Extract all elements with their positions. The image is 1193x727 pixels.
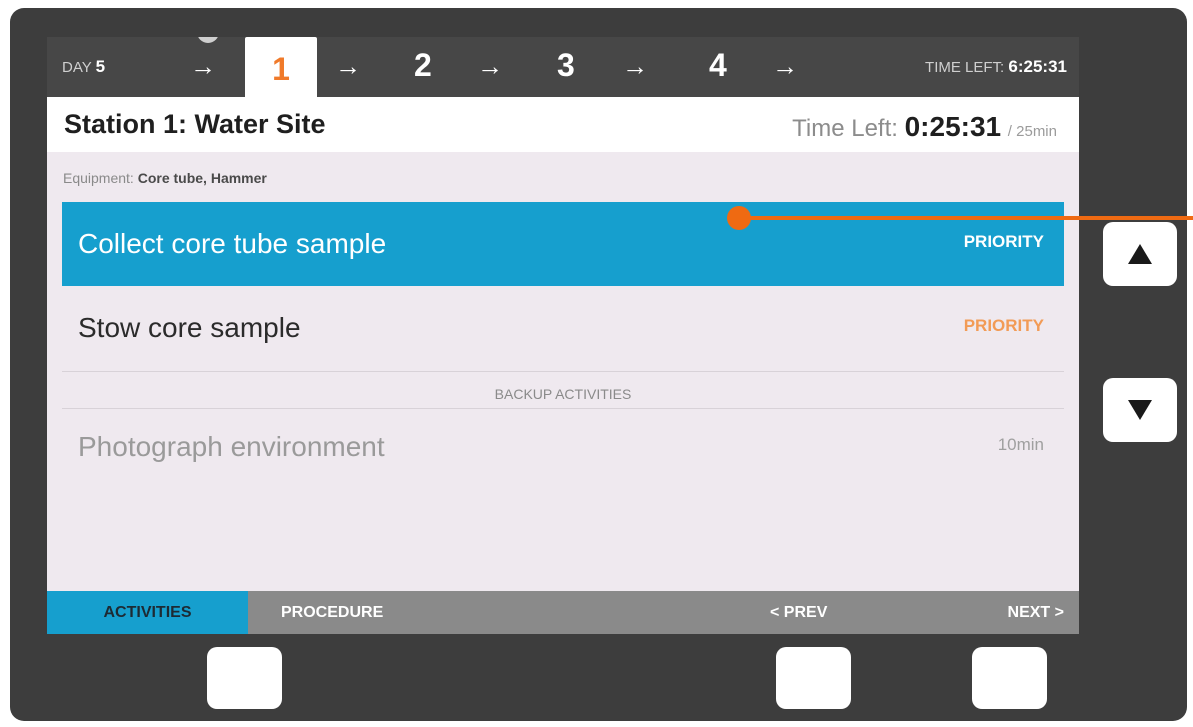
activity-duration: 10min: [997, 435, 1044, 454]
step-arrow: →: [772, 51, 798, 81]
priority-badge: PRIORITY: [963, 232, 1044, 251]
step-arrow: →: [335, 51, 361, 81]
display-screen: DAY 5 → 1 → 2 → 3 → 4 → TIME LEFT: 6:25:…: [47, 37, 1079, 634]
hardware-next-button[interactable]: [972, 647, 1047, 709]
step-arrow: →: [622, 51, 648, 81]
step-4[interactable]: 4: [709, 47, 727, 84]
activity-item-photograph-environment[interactable]: Photograph environment 10min: [62, 409, 1064, 479]
hardware-prev-button[interactable]: [776, 647, 851, 709]
down-arrow-icon: [1128, 400, 1152, 420]
callout-dot: [727, 206, 751, 230]
step-1[interactable]: 1: [245, 37, 317, 97]
backup-activities-header: BACKUP ACTIVITIES: [494, 386, 632, 402]
day-value: 5: [95, 57, 106, 76]
step-2[interactable]: 2: [414, 47, 432, 84]
activity-item-collect-core-tube-sample[interactable]: Collect core tube sample PRIORITY: [62, 202, 1064, 286]
divider: [62, 371, 1064, 372]
hardware-activities-button[interactable]: [207, 647, 282, 709]
station-header: Station 1: Water Site Time Left: 0:25:31…: [47, 97, 1079, 152]
equipment-value: Core tube, Hammer: [137, 170, 267, 186]
activity-label: Photograph environment: [78, 431, 385, 462]
activity-label: Stow core sample: [78, 312, 301, 343]
mission-time-left-label: TIME LEFT:: [925, 59, 1005, 76]
priority-badge: PRIORITY: [963, 316, 1044, 335]
step-bar: DAY 5 → 1 → 2 → 3 → 4 → TIME LEFT: 6:25:…: [47, 37, 1079, 97]
up-arrow-icon: [1128, 244, 1152, 264]
step-arrow: →: [477, 51, 503, 81]
day-indicator: DAY 5: [62, 57, 105, 77]
activity-label: Collect core tube sample: [78, 228, 387, 259]
hardware-down-button[interactable]: [1103, 378, 1177, 442]
mission-time-left-value: 6:25:31: [1008, 57, 1067, 76]
station-title: Station 1: Water Site: [64, 109, 326, 139]
callout-line: [738, 216, 1193, 220]
bottom-tab-bar: ACTIVITIES PROCEDURE < PREV NEXT >: [47, 591, 1079, 634]
tab-procedure[interactable]: PROCEDURE: [281, 591, 383, 634]
station-time-left-value: 0:25:31: [904, 111, 1002, 142]
next-button[interactable]: NEXT >: [1008, 591, 1064, 634]
equipment-label: Equipment:: [63, 170, 134, 186]
station-time-left: Time Left: 0:25:31 / 25min: [792, 111, 1057, 143]
prev-button[interactable]: < PREV: [770, 591, 827, 634]
step-3[interactable]: 3: [557, 47, 575, 84]
current-position-marker: [197, 37, 219, 43]
equipment-line: Equipment: Core tube, Hammer: [63, 170, 267, 186]
hardware-up-button[interactable]: [1103, 222, 1177, 286]
station-time-left-label: Time Left:: [792, 115, 898, 142]
mission-time-left: TIME LEFT: 6:25:31: [925, 57, 1067, 77]
step-arrow: →: [190, 51, 216, 81]
station-time-total: / 25min: [1007, 123, 1057, 140]
tab-activities[interactable]: ACTIVITIES: [47, 591, 248, 634]
activity-item-stow-core-sample[interactable]: Stow core sample PRIORITY: [62, 286, 1064, 370]
day-label: DAY: [62, 59, 92, 76]
